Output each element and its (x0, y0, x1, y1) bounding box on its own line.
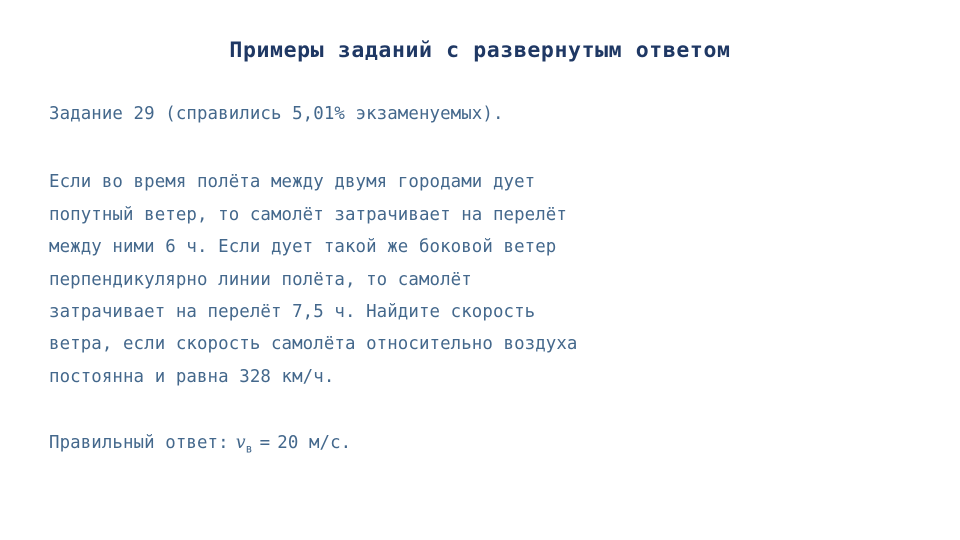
answer-line: Правильный ответ: vв = 20 м/с. (49, 427, 929, 465)
problem-line-4: перпендикулярно линии полёта, то самолёт (49, 269, 472, 290)
answer-variable: v (235, 433, 246, 454)
problem-line-6: ветра, если скорость самолёта относитель… (49, 334, 578, 355)
problem-line-5: затрачивает на перелёт 7,5 ч. Найдите ск… (49, 302, 536, 323)
problem-statement: Если во время полёта между двумя городам… (49, 166, 929, 393)
problem-line-7: постоянна и равна 328 км/ч. (49, 366, 335, 387)
slide-body: Задание 29 (справились 5,01% экзаменуемы… (49, 98, 929, 465)
problem-line-2: попутный ветер, то самолёт затрачивает н… (49, 204, 567, 225)
answer-label: Правильный ответ: (49, 433, 229, 454)
problem-line-3: между ними 6 ч. Если дует такой же боков… (49, 237, 557, 258)
problem-line-1: Если во время полёта между двумя городам… (49, 172, 536, 193)
page-title: Примеры заданий с развернутым ответом (229, 38, 731, 63)
task-header-line: Задание 29 (справились 5,01% экзаменуемы… (49, 104, 504, 124)
answer-value: 20 м/с. (277, 433, 352, 454)
answer-equals-sign: = (259, 433, 271, 454)
answer-variable-subscript: в (245, 441, 253, 456)
slide-canvas: Примеры заданий с развернутым ответом За… (0, 0, 960, 540)
